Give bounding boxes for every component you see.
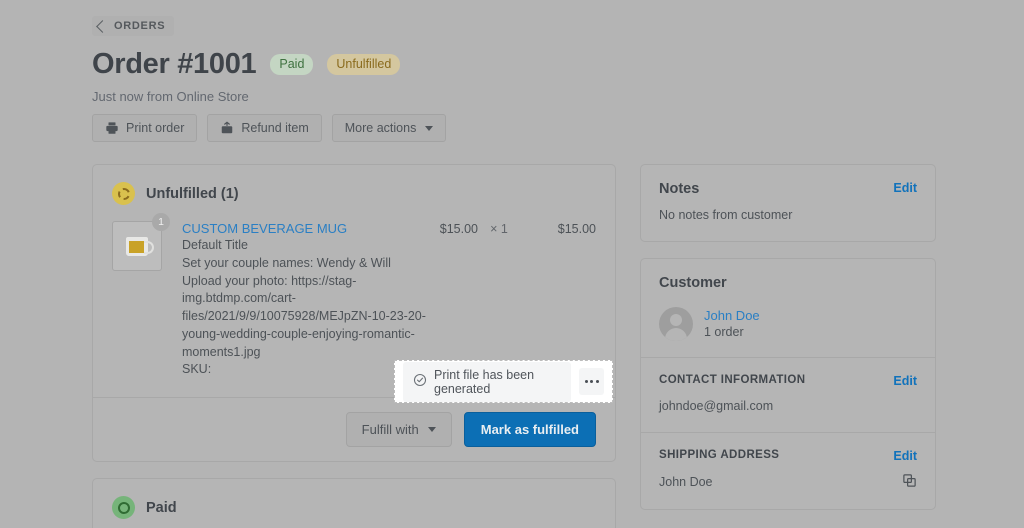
- chevron-left-icon: [96, 19, 109, 33]
- check-circle-icon: [413, 373, 427, 390]
- status-badge-paid: Paid: [270, 53, 314, 76]
- fulfillment-card: Unfulfilled (1) 1 CUSTOM BEVERAGE MUG De…: [92, 164, 616, 462]
- fulfillment-card-header: Unfulfilled (1): [93, 165, 615, 219]
- print-file-status-label: Print file has been generated: [434, 367, 535, 396]
- print-file-status-chip[interactable]: Print file has been generated: [403, 361, 572, 402]
- shipping-address-header: SHIPPING ADDRESS Edit: [659, 449, 917, 463]
- mark-as-fulfilled-button[interactable]: Mark as fulfilled: [463, 412, 596, 447]
- refund-item-label: Refund item: [241, 121, 309, 135]
- print-order-label: Print order: [126, 121, 185, 135]
- fulfill-with-label: Fulfill with: [361, 422, 419, 437]
- fulfillment-card-footer: Fulfill with Mark as fulfilled: [93, 397, 615, 461]
- line-item-title[interactable]: CUSTOM BEVERAGE MUG: [182, 221, 426, 236]
- fulfill-with-button[interactable]: Fulfill with: [345, 412, 452, 447]
- customer-section: Customer John Doe 1 order: [641, 259, 935, 357]
- payment-card: Paid: [92, 478, 616, 528]
- more-actions-button[interactable]: More actions: [331, 114, 447, 142]
- header-action-row: Print order Refund item More actions: [92, 114, 936, 142]
- contact-information-section: CONTACT INFORMATION Edit johndoe@gmail.c…: [641, 356, 935, 432]
- line-item-total-price: $15.00: [557, 222, 596, 236]
- payment-card-header: Paid: [93, 479, 615, 528]
- check-circle-icon: [112, 496, 135, 519]
- notes-header: Notes Edit: [659, 181, 917, 197]
- notes-edit-link[interactable]: Edit: [893, 181, 917, 195]
- line-item-variant: Default Title: [182, 238, 249, 252]
- contact-information-header: CONTACT INFORMATION Edit: [659, 374, 917, 388]
- mark-as-fulfilled-label: Mark as fulfilled: [480, 422, 579, 437]
- print-file-highlight-region: Print file has been generated: [394, 360, 613, 403]
- shipping-address-section: SHIPPING ADDRESS Edit John Doe: [641, 431, 935, 509]
- shipping-address-name: John Doe: [659, 474, 713, 489]
- customer-name-link[interactable]: John Doe: [704, 308, 760, 323]
- customer-title: Customer: [659, 274, 727, 291]
- line-item-quantity: × 1: [490, 222, 508, 236]
- customer-header: Customer: [659, 275, 917, 291]
- chevron-down-icon: [425, 125, 434, 131]
- status-badge-unfulfilled: Unfulfilled: [327, 53, 401, 76]
- dashed-circle-icon: [112, 182, 135, 205]
- breadcrumb-orders[interactable]: ORDERS: [92, 16, 175, 36]
- line-item-thumbnail-wrap: 1: [112, 213, 170, 379]
- shipping-address-row: John Doe: [659, 473, 917, 493]
- page-title: Order #1001: [92, 48, 257, 80]
- page-title-row: Order #1001 Paid Unfulfilled: [92, 48, 936, 81]
- content-columns: Unfulfilled (1) 1 CUSTOM BEVERAGE MUG De…: [92, 164, 936, 528]
- customer-email[interactable]: johndoe@gmail.com: [659, 397, 917, 416]
- quantity-badge: 1: [152, 213, 170, 231]
- contact-information-title: CONTACT INFORMATION: [659, 373, 806, 386]
- sidebar-column: Notes Edit No notes from customer Custom…: [640, 164, 936, 528]
- order-detail-page: ORDERS Order #1001 Paid Unfulfilled Just…: [0, 0, 1024, 528]
- line-item-pricing: $15.00 × 1 $15.00: [426, 221, 596, 379]
- line-item-sku: SKU:: [182, 362, 212, 377]
- ellipsis-icon[interactable]: [579, 368, 604, 395]
- chevron-down-icon: [427, 427, 436, 432]
- refund-icon: [220, 121, 234, 135]
- person-avatar-icon: [659, 306, 693, 341]
- line-item-info: CUSTOM BEVERAGE MUG Default Title Set yo…: [182, 221, 426, 379]
- order-meta: Just now from Online Store: [92, 89, 249, 104]
- contact-information-edit-link[interactable]: Edit: [893, 374, 917, 388]
- notes-section: Notes Edit No notes from customer: [641, 165, 935, 241]
- refund-item-button[interactable]: Refund item: [207, 114, 322, 142]
- fulfillment-status-label: Unfulfilled (1): [146, 185, 239, 202]
- shipping-address-edit-link[interactable]: Edit: [893, 449, 917, 463]
- line-item-unit-price: $15.00: [439, 222, 478, 236]
- customer-row: John Doe 1 order: [659, 306, 917, 341]
- notes-card: Notes Edit No notes from customer: [640, 164, 936, 242]
- main-column: Unfulfilled (1) 1 CUSTOM BEVERAGE MUG De…: [92, 164, 616, 528]
- line-item-property-photo: Upload your photo: https://stag-img.btdm…: [182, 273, 426, 359]
- customer-order-count: 1 order: [704, 325, 744, 340]
- customer-identity: John Doe 1 order: [704, 308, 760, 339]
- more-actions-label: More actions: [344, 121, 417, 135]
- notes-body: No notes from customer: [659, 208, 793, 222]
- notes-title: Notes: [659, 181, 700, 197]
- copy-icon[interactable]: [902, 473, 917, 493]
- line-item-property-names: Set your couple names: Wendy & Will: [182, 255, 391, 270]
- shipping-address-title: SHIPPING ADDRESS: [659, 448, 780, 461]
- customer-card: Customer John Doe 1 order CONTACT INFORM…: [640, 257, 936, 510]
- payment-status-label: Paid: [146, 499, 177, 516]
- print-order-button[interactable]: Print order: [92, 114, 198, 142]
- breadcrumb-label: ORDERS: [114, 20, 166, 32]
- printer-icon: [105, 121, 119, 135]
